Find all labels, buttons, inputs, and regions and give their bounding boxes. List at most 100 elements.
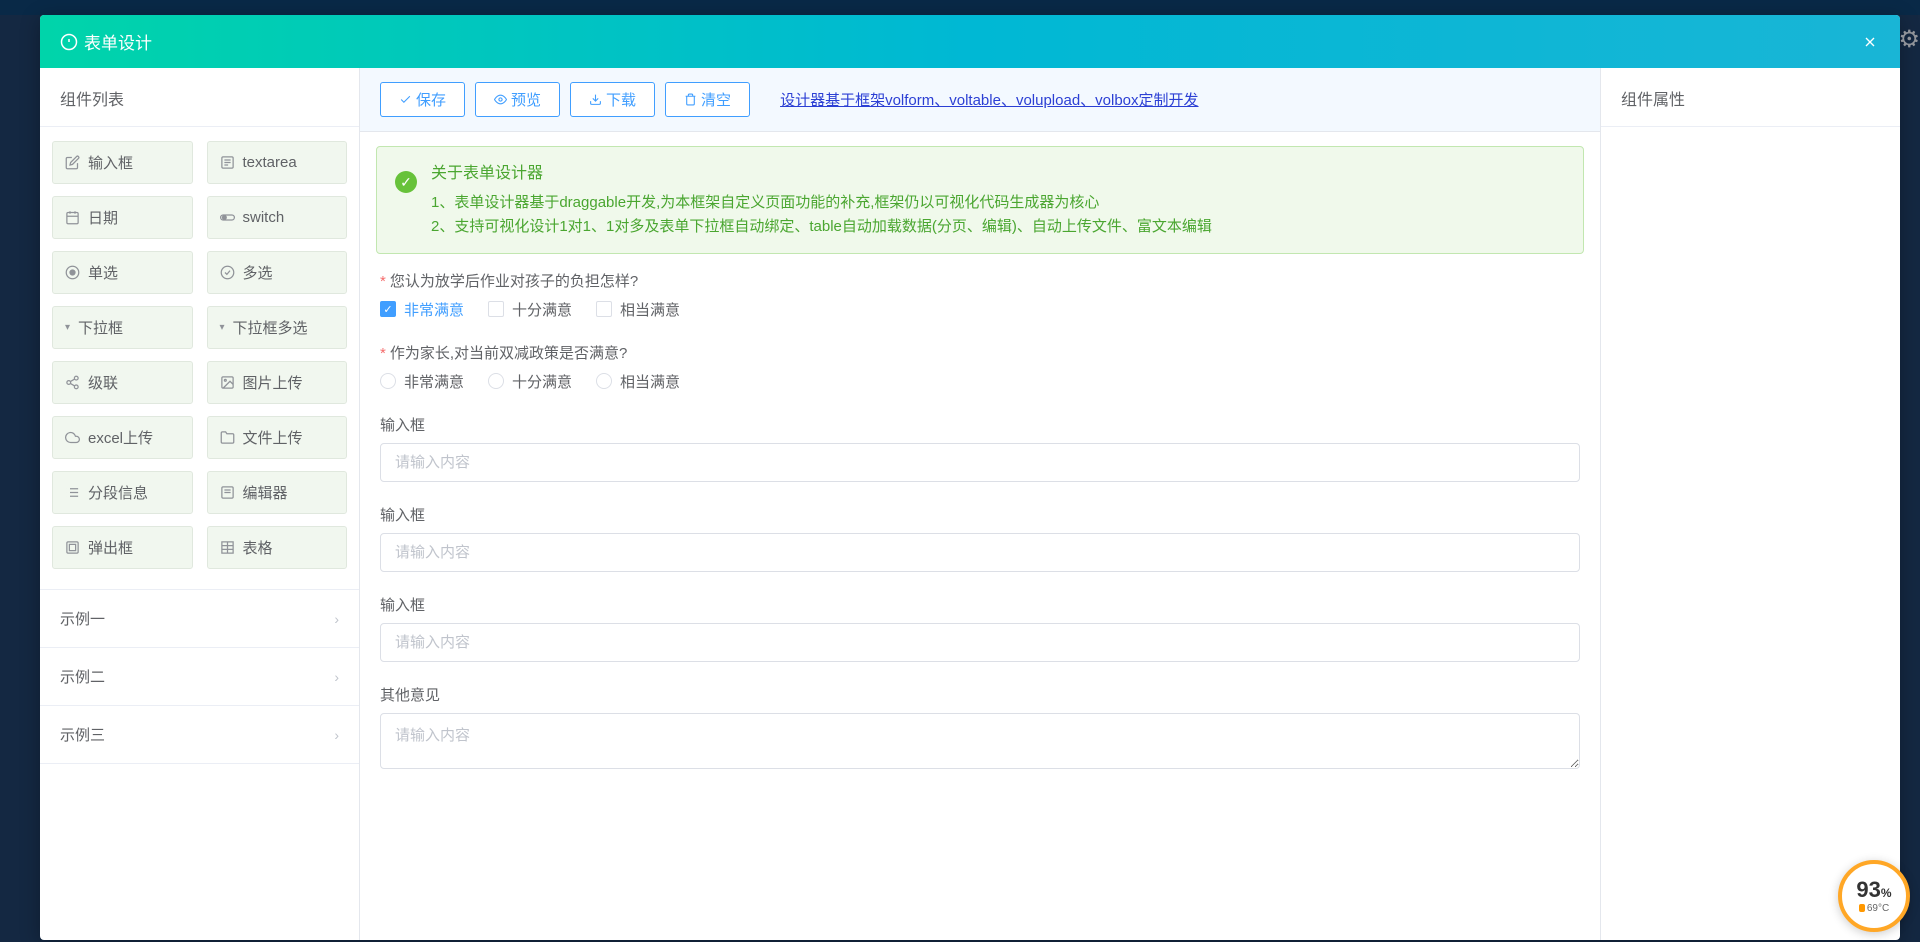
component-image[interactable]: 图片上传 (207, 361, 348, 404)
component-label: 编辑器 (243, 482, 288, 503)
chevron-down-icon: ▾ (65, 322, 70, 333)
q1-option-2[interactable]: 相当满意 (596, 299, 680, 320)
preview-button[interactable]: 预览 (475, 82, 560, 117)
component-calendar[interactable]: 日期 (52, 196, 193, 239)
gear-icon[interactable]: ⚙ (1898, 25, 1920, 54)
component-cascade[interactable]: 级联 (52, 361, 193, 404)
option-label: 十分满意 (512, 299, 572, 320)
banner-title: 关于表单设计器 (431, 161, 1212, 187)
component-cloud[interactable]: excel上传 (52, 416, 193, 459)
form-field-input1[interactable]: 输入框 (380, 414, 1580, 482)
component-label: 下拉框 (78, 317, 123, 338)
download-button[interactable]: 下载 (570, 82, 655, 117)
other-textarea[interactable] (380, 713, 1580, 769)
close-button[interactable] (1860, 32, 1880, 52)
checkbox-icon: ✓ (380, 301, 396, 317)
component-label: 单选 (88, 262, 118, 283)
input1-label: 输入框 (380, 414, 1580, 435)
component-edit[interactable]: 输入框 (52, 141, 193, 184)
example-label: 示例一 (60, 608, 105, 629)
download-icon (589, 93, 602, 106)
option-label: 相当满意 (620, 299, 680, 320)
q1-option-0[interactable]: ✓非常满意 (380, 299, 464, 320)
component-popup[interactable]: 弹出框 (52, 526, 193, 569)
component-label: 输入框 (88, 152, 133, 173)
input1-field[interactable] (380, 443, 1580, 482)
edit-icon (65, 155, 80, 170)
component-folder[interactable]: 文件上传 (207, 416, 348, 459)
component-textarea[interactable]: textarea (207, 141, 348, 184)
example-item-3[interactable]: 示例三 › (40, 706, 359, 764)
component-label: 分段信息 (88, 482, 148, 503)
chevron-right-icon: › (334, 727, 339, 743)
component-editor[interactable]: 编辑器 (207, 471, 348, 514)
component-table[interactable]: 表格 (207, 526, 348, 569)
folder-icon (220, 430, 235, 445)
info-icon (60, 33, 78, 51)
properties-title: 组件属性 (1601, 68, 1900, 127)
form-field-other[interactable]: 其他意见 (380, 684, 1580, 774)
option-label: 相当满意 (620, 371, 680, 392)
component-label: 弹出框 (88, 537, 133, 558)
widget-temp: 69°C (1867, 903, 1889, 914)
component-list-panel: 组件列表 输入框 textarea 日期 switch 单选 多选 ▾ 下拉框 ▾ 下拉框多选级联… (40, 68, 360, 940)
q2-option-1[interactable]: 十分满意 (488, 371, 572, 392)
widget-value: 93 (1856, 877, 1880, 902)
save-button[interactable]: 保存 (380, 82, 465, 117)
toolbar: 保存 预览 下载 清空 设计器基于框架volform、voltable、volu… (360, 68, 1600, 132)
modal-title: 表单设计 (84, 29, 152, 54)
option-label: 十分满意 (512, 371, 572, 392)
chevron-right-icon: › (334, 611, 339, 627)
component-dropdown[interactable]: ▾ 下拉框 (52, 306, 193, 349)
success-icon: ✓ (395, 171, 417, 193)
component-list-title: 组件列表 (40, 68, 359, 127)
component-label: 多选 (243, 262, 273, 283)
component-label: 表格 (243, 537, 273, 558)
example-item-1[interactable]: 示例一 › (40, 590, 359, 648)
radio-icon (488, 373, 504, 389)
form-field-input3[interactable]: 输入框 (380, 594, 1580, 662)
chevron-down-icon: ▾ (220, 322, 225, 333)
q2-option-2[interactable]: 相当满意 (596, 371, 680, 392)
q1-option-1[interactable]: 十分满意 (488, 299, 572, 320)
close-icon (1862, 34, 1878, 50)
example-item-2[interactable]: 示例二› (40, 648, 359, 706)
textarea-icon (220, 155, 235, 170)
form-field-q1[interactable]: 您认为放学后作业对孩子的负担怎样? ✓非常满意十分满意相当满意 (380, 270, 1580, 320)
clear-button[interactable]: 清空 (665, 82, 750, 117)
component-dropdown[interactable]: ▾ 下拉框多选 (207, 306, 348, 349)
check-icon (399, 93, 412, 106)
component-section[interactable]: 分段信息 (52, 471, 193, 514)
cloud-icon (65, 430, 80, 445)
section-icon (65, 485, 80, 500)
form-field-q2[interactable]: 作为家长,对当前双减政策是否满意? 非常满意 十分满意 相当满意 (380, 342, 1580, 392)
example-label: 示例三 (60, 724, 105, 745)
properties-panel: 组件属性 (1600, 68, 1900, 940)
q2-option-0[interactable]: 非常满意 (380, 371, 464, 392)
component-radio[interactable]: 单选 (52, 251, 193, 294)
table-icon (220, 540, 235, 555)
cascade-icon (65, 375, 80, 390)
input2-label: 输入框 (380, 504, 1580, 525)
banner-line2: 2、支持可视化设计1对1、1对多及表单下拉框自动绑定、table自动加载数据(分… (431, 215, 1212, 239)
check-icon (220, 265, 235, 280)
form-field-input2[interactable]: 输入框 (380, 504, 1580, 572)
q2-label: 作为家长,对当前双减政策是否满意? (380, 342, 1580, 363)
framework-link[interactable]: 设计器基于框架volform、voltable、volupload、volbox… (780, 89, 1198, 110)
eye-icon (494, 93, 507, 106)
example-label: 示例二 (60, 666, 105, 687)
info-banner: ✓ 关于表单设计器 1、表单设计器基于draggable开发,为本框架自定义页面… (376, 146, 1584, 254)
component-label: 下拉框多选 (233, 317, 308, 338)
design-canvas: 保存 预览 下载 清空 设计器基于框架volform、voltable、volu… (360, 68, 1600, 940)
trash-icon (684, 93, 697, 106)
checkbox-icon (596, 301, 612, 317)
component-label: 文件上传 (243, 427, 303, 448)
system-monitor-widget[interactable]: 93% 69°C (1838, 860, 1910, 932)
component-label: 日期 (88, 207, 118, 228)
banner-line1: 1、表单设计器基于draggable开发,为本框架自定义页面功能的补充,框架仍以… (431, 191, 1212, 215)
component-check[interactable]: 多选 (207, 251, 348, 294)
input3-field[interactable] (380, 623, 1580, 662)
checkbox-icon (488, 301, 504, 317)
component-switch[interactable]: switch (207, 196, 348, 239)
input2-field[interactable] (380, 533, 1580, 572)
